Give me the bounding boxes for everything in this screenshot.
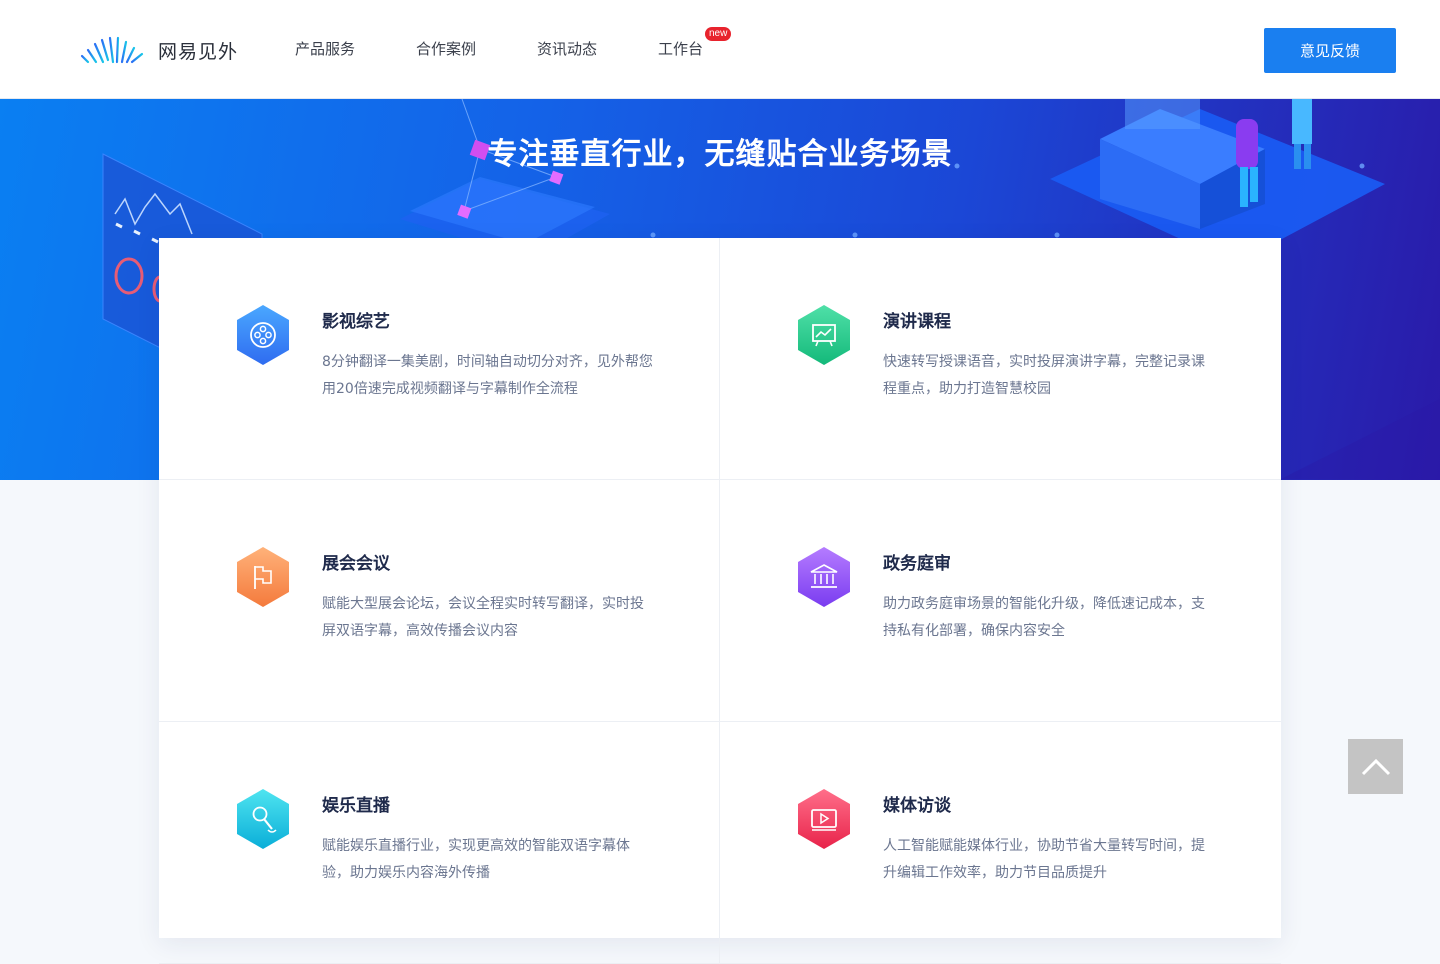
top-header: 网易见外 产品服务 合作案例 资讯动态 工作台 new 意见反馈 xyxy=(0,0,1440,99)
card-title: 展会会议 xyxy=(322,554,390,574)
scenario-card-film[interactable]: 影视综艺 8分钟翻译一集美剧，时间轴自动切分对齐，见外帮您用20倍速完成视频翻译… xyxy=(159,238,720,480)
card-title: 娱乐直播 xyxy=(322,796,390,816)
scenario-card-conference[interactable]: 展会会议 赋能大型展会论坛，会议全程实时转写翻译，实时投屏双语字幕，高效传播会议… xyxy=(159,480,720,722)
scenario-card-live[interactable]: 娱乐直播 赋能娱乐直播行业，实现更高效的智能双语字幕体验，助力娱乐内容海外传播 xyxy=(159,722,720,964)
brand-logo[interactable]: 网易见外 xyxy=(80,34,238,66)
sound-wave-logo-icon xyxy=(80,36,144,64)
card-description: 赋能娱乐直播行业，实现更高效的智能双语字幕体验，助力娱乐内容海外传播 xyxy=(322,838,630,881)
video-play-icon xyxy=(798,789,850,849)
scenario-card-lecture[interactable]: 演讲课程 快速转写授课语音，实时投屏演讲字幕，完整记录课程重点，助力打造智慧校园 xyxy=(720,238,1281,480)
card-title: 媒体访谈 xyxy=(883,796,951,816)
film-reel-icon xyxy=(237,305,289,365)
scenario-grid: 影视综艺 8分钟翻译一集美剧，时间轴自动切分对齐，见外帮您用20倍速完成视频翻译… xyxy=(159,238,1281,964)
nav-item-workspace[interactable]: 工作台 xyxy=(658,38,703,59)
feedback-button[interactable]: 意见反馈 xyxy=(1264,28,1396,73)
scenario-card-court[interactable]: 政务庭审 助力政务庭审场景的智能化升级，降低速记成本，支持私有化部署，确保内容安… xyxy=(720,480,1281,722)
flag-icon xyxy=(237,547,289,607)
card-description: 8分钟翻译一集美剧，时间轴自动切分对齐，见外帮您用20倍速完成视频翻译与字幕制作… xyxy=(322,354,653,397)
card-description: 助力政务庭审场景的智能化升级，降低速记成本，支持私有化部署，确保内容安全 xyxy=(883,596,1205,639)
nav-item-news[interactable]: 资讯动态 xyxy=(537,38,597,59)
chevron-up-icon xyxy=(1361,758,1390,775)
presentation-board-icon xyxy=(798,305,850,365)
microphone-icon xyxy=(237,789,289,849)
scenario-card-media[interactable]: 媒体访谈 人工智能赋能媒体行业，协助节省大量转写时间，提升编辑工作效率，助力节目… xyxy=(720,722,1281,964)
card-title: 演讲课程 xyxy=(883,312,951,332)
hero-title: 专注垂直行业，无缝贴合业务场景 xyxy=(487,137,953,172)
card-description: 快速转写授课语音，实时投屏演讲字幕，完整记录课程重点，助力打造智慧校园 xyxy=(883,354,1205,397)
courthouse-icon xyxy=(798,547,850,607)
new-badge: new xyxy=(705,27,732,41)
card-title: 政务庭审 xyxy=(883,554,951,574)
nav-item-products[interactable]: 产品服务 xyxy=(295,38,355,59)
brand-name: 网易见外 xyxy=(158,40,239,63)
nav-item-cases[interactable]: 合作案例 xyxy=(416,38,476,59)
back-to-top-button[interactable] xyxy=(1348,739,1403,794)
card-description: 赋能大型展会论坛，会议全程实时转写翻译，实时投屏双语字幕，高效传播会议内容 xyxy=(322,596,644,639)
card-description: 人工智能赋能媒体行业，协助节省大量转写时间，提升编辑工作效率，助力节目品质提升 xyxy=(883,838,1205,881)
card-title: 影视综艺 xyxy=(322,312,390,332)
